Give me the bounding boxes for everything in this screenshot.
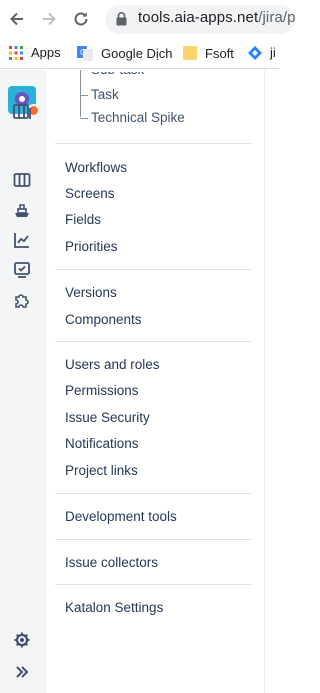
divider: [55, 269, 252, 270]
nav-permissions[interactable]: Permissions: [65, 383, 139, 398]
expand-icon[interactable]: [11, 661, 33, 683]
settings-icon[interactable]: [11, 629, 33, 651]
bookmark-fsoft[interactable]: Fsoft: [183, 45, 234, 61]
svg-text:G: G: [80, 48, 86, 57]
browser-toolbar: tools.aia-apps.net/jira/p: [0, 0, 296, 38]
tree-tick: [80, 95, 88, 96]
tree-tick: [80, 118, 88, 119]
bookmark-label: ji: [270, 45, 276, 60]
url-text[interactable]: tools.aia-apps.net/jira/p: [138, 9, 296, 26]
divider: [55, 539, 252, 540]
reload-icon[interactable]: [70, 8, 92, 30]
add-ons-icon[interactable]: [11, 289, 33, 311]
bookmark-google-dich[interactable]: G Google Dịch: [77, 45, 173, 61]
forward-arrow-icon[interactable]: [38, 8, 60, 30]
bookmarks-bar: Apps G Google Dịch Fsoft ji: [0, 38, 279, 69]
google-translate-icon: G: [77, 45, 93, 61]
nav-issue-security[interactable]: Issue Security: [65, 410, 150, 425]
tree-line: [80, 70, 81, 117]
issue-type-technical-spike[interactable]: Technical Spike: [91, 110, 185, 125]
bookmark-label: Apps: [31, 45, 61, 60]
url-host: tools.aia-apps.net: [138, 9, 259, 26]
nav-screens[interactable]: Screens: [65, 186, 115, 201]
project-nav-rail: [0, 70, 46, 693]
jira-icon: [248, 45, 262, 60]
columns-icon[interactable]: [11, 169, 33, 191]
reports-icon[interactable]: [11, 229, 33, 251]
nav-versions[interactable]: Versions: [65, 285, 117, 300]
divider: [55, 493, 252, 494]
nav-users-and-roles[interactable]: Users and roles: [65, 357, 160, 372]
bookmark-apps[interactable]: Apps: [9, 45, 61, 60]
issue-type-task[interactable]: Task: [91, 87, 119, 102]
back-arrow-icon[interactable]: [6, 8, 28, 30]
bookmark-label: Fsoft: [205, 45, 234, 61]
apps-grid-icon: [9, 45, 23, 60]
folder-icon: [183, 45, 197, 61]
lock-icon[interactable]: [116, 12, 127, 31]
url-path: /jira/p: [258, 9, 296, 26]
divider: [55, 143, 252, 144]
nav-development-tools[interactable]: Development tools: [65, 509, 177, 524]
divider: [55, 584, 252, 585]
issues-icon[interactable]: [11, 259, 33, 281]
bookmark-jira[interactable]: ji: [248, 45, 276, 60]
nav-notifications[interactable]: Notifications: [65, 436, 139, 451]
nav-katalon-settings[interactable]: Katalon Settings: [65, 600, 163, 615]
releases-icon[interactable]: [11, 199, 33, 221]
divider: [55, 341, 252, 342]
nav-priorities[interactable]: Priorities: [65, 239, 118, 254]
nav-workflows[interactable]: Workflows: [65, 160, 127, 175]
bookmark-label: Google Dịch: [101, 45, 173, 61]
board-icon[interactable]: [11, 101, 33, 123]
nav-components[interactable]: Components: [65, 312, 142, 327]
nav-fields[interactable]: Fields: [65, 212, 101, 227]
nav-issue-collectors[interactable]: Issue collectors: [65, 555, 158, 570]
nav-project-links[interactable]: Project links: [65, 463, 138, 478]
content-edge: [264, 70, 279, 693]
